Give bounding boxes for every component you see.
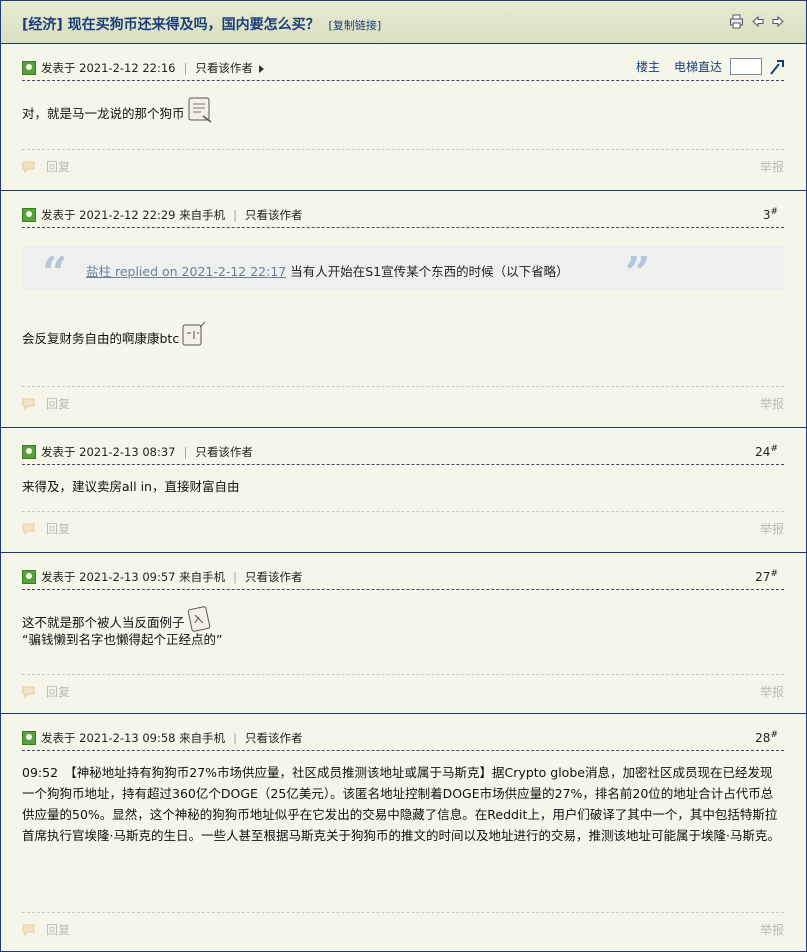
post-text: 09:52 【神秘地址持有狗狗币27%市场供应量，社区成员推测该地址或属于马斯克… xyxy=(22,765,780,843)
reply-button[interactable]: 回复 xyxy=(22,395,70,412)
post-footer: 回复 举报 xyxy=(22,674,784,700)
online-status-icon xyxy=(22,61,36,75)
only-author-link[interactable]: 只看该作者 xyxy=(245,208,303,222)
post: 发表于 2021-2-13 08:37 | 只看该作者 24# 来得及，建议卖房al… xyxy=(1,428,806,553)
quote-block: “ ” 盐柱 replied on 2021-2-12 22:17 当有人开始在… xyxy=(22,246,784,296)
reply-label: 回复 xyxy=(46,685,71,699)
reply-label: 回复 xyxy=(46,397,71,411)
post-footer: 回复 举报 xyxy=(22,386,784,412)
quote-author-link[interactable]: 盐柱 replied on 2021-2-12 22:17 xyxy=(86,264,286,279)
only-author-link[interactable]: 只看该作者 xyxy=(195,61,253,75)
go-arrow-icon[interactable] xyxy=(770,59,784,75)
floor-jump: 楼主 电梯直达 xyxy=(636,58,784,75)
louzhu-link[interactable]: 楼主 xyxy=(636,58,660,75)
reply-icon xyxy=(22,161,35,173)
post-footer: 回复 举报 xyxy=(22,511,784,537)
only-author-link[interactable]: 只看该作者 xyxy=(195,445,253,459)
post-meta: 发表于 2021-2-12 22:29 来自手机 | 只看该作者 xyxy=(41,208,303,222)
copy-link-button[interactable]: [复制链接] xyxy=(329,19,382,32)
post-text: 会反复财务自由的啊康康btc xyxy=(22,331,180,346)
print-icon[interactable] xyxy=(729,14,744,29)
post-time: 发表于 2021-2-12 22:29 来自手机 xyxy=(41,208,226,222)
report-button[interactable]: 举报 xyxy=(760,520,784,537)
reply-button[interactable]: 回复 xyxy=(22,683,70,700)
post-header: 发表于 2021-2-12 22:16 | 只看该作者 楼主 电梯直达 xyxy=(22,58,784,81)
post-meta: 发表于 2021-2-13 09:58 来自手机 | 只看该作者 xyxy=(41,731,303,745)
online-status-icon xyxy=(22,445,36,459)
triangle-right-icon[interactable] xyxy=(258,64,264,73)
reply-icon xyxy=(22,398,35,410)
post-text: 来得及，建议卖房all in，直接财富自由 xyxy=(22,479,240,494)
next-thread-icon[interactable] xyxy=(771,14,786,29)
post-footer: 回复 举报 xyxy=(22,912,784,938)
thread-tools xyxy=(729,14,786,29)
post-text: 对，就是马一龙说的那个狗币 xyxy=(22,106,185,121)
reply-button[interactable]: 回复 xyxy=(22,921,70,938)
post-content: 09:52 【神秘地址持有狗狗币27%市场供应量，社区成员推测该地址或属于马斯克… xyxy=(22,762,784,846)
online-status-icon xyxy=(22,208,36,222)
only-author-link[interactable]: 只看该作者 xyxy=(245,570,303,584)
reply-icon xyxy=(22,523,35,535)
post-meta: 发表于 2021-2-13 09:57 来自手机 | 只看该作者 xyxy=(41,570,303,584)
report-button[interactable]: 举报 xyxy=(760,158,784,175)
report-button[interactable]: 举报 xyxy=(760,921,784,938)
jump-floor-input[interactable] xyxy=(730,58,762,75)
reply-button[interactable]: 回复 xyxy=(22,520,70,537)
prev-thread-icon[interactable] xyxy=(750,14,765,29)
post-time: 发表于 2021-2-13 08:37 xyxy=(41,445,176,459)
reply-icon xyxy=(22,924,35,936)
post-time: 发表于 2021-2-13 09:57 来自手机 xyxy=(41,570,226,584)
post: 发表于 2021-2-13 09:58 来自手机 | 只看该作者 28# 09:52… xyxy=(1,714,806,951)
floor-number[interactable]: 27# xyxy=(755,569,778,584)
online-status-icon xyxy=(22,731,36,745)
online-status-icon xyxy=(22,570,36,584)
post-content: 对，就是马一龙说的那个狗币 xyxy=(22,96,213,124)
report-button[interactable]: 举报 xyxy=(760,395,784,412)
reply-label: 回复 xyxy=(46,522,71,536)
thread-title-text: 现在买狗币还来得及吗，国内要怎么买？ xyxy=(67,17,320,33)
reply-label: 回复 xyxy=(46,923,71,937)
reply-button[interactable]: 回复 xyxy=(22,158,70,175)
post-footer: 回复 举报 xyxy=(22,149,784,175)
post-time: 发表于 2021-2-12 22:16 xyxy=(41,61,176,75)
emoticon-icon xyxy=(182,321,206,346)
post-content: 这不就是那个被人当反面例子 “骗钱懒到名字也懒得起个正经点的” xyxy=(22,605,222,650)
reply-icon xyxy=(22,686,35,698)
floor-number[interactable]: 24# xyxy=(755,444,778,459)
post-header: 发表于 2021-2-12 22:29 来自手机 | 只看该作者 3# xyxy=(22,207,784,228)
thread-title-bar: [经济] 现在买狗币还来得及吗，国内要怎么买？ [复制链接] xyxy=(1,1,806,44)
post-time: 发表于 2021-2-13 09:58 来自手机 xyxy=(41,731,226,745)
quote-close-icon: ” xyxy=(625,248,651,299)
quote-open-icon: “ xyxy=(42,248,68,299)
reply-label: 回复 xyxy=(46,160,71,174)
only-author-link[interactable]: 只看该作者 xyxy=(245,731,303,745)
post-header: 发表于 2021-2-13 08:37 | 只看该作者 24# xyxy=(22,444,784,465)
floor-number[interactable]: 28# xyxy=(755,730,778,745)
quote-text: 盐柱 replied on 2021-2-12 22:17 当有人开始在S1宣传… xyxy=(86,261,569,280)
quote-content: 当有人开始在S1宣传某个东西的时候（以下省略） xyxy=(286,264,569,279)
post: 发表于 2021-2-12 22:16 | 只看该作者 楼主 电梯直达 对，就是马一… xyxy=(1,44,806,191)
post-meta: 发表于 2021-2-13 08:37 | 只看该作者 xyxy=(41,445,253,459)
thread-page: [经济] 现在买狗币还来得及吗，国内要怎么买？ [复制链接] 发表于 2021-… xyxy=(0,0,807,952)
jump-label: 电梯直达 xyxy=(673,60,722,74)
post-text: 这不就是那个被人当反面例子 xyxy=(22,615,185,630)
emoticon-icon xyxy=(188,97,211,123)
floor-number[interactable]: 3# xyxy=(763,207,778,222)
thread-title: [经济] 现在买狗币还来得及吗，国内要怎么买？ [复制链接] xyxy=(22,14,381,34)
post-content: 会反复财务自由的啊康康btc xyxy=(22,321,207,349)
post-header: 发表于 2021-2-13 09:58 来自手机 | 只看该作者 28# xyxy=(22,730,784,751)
post: 发表于 2021-2-13 09:57 来自手机 | 只看该作者 27# 这不就是那… xyxy=(1,553,806,714)
post-meta: 发表于 2021-2-12 22:16 | 只看该作者 xyxy=(41,60,264,76)
post-content: 来得及，建议卖房all in，直接财富自由 xyxy=(22,476,239,497)
report-button[interactable]: 举报 xyxy=(760,683,784,700)
post-header: 发表于 2021-2-13 09:57 来自手机 | 只看该作者 27# xyxy=(22,569,784,590)
thread-category[interactable]: [经济] xyxy=(22,17,63,33)
post-text-line2: “骗钱懒到名字也懒得起个正经点的” xyxy=(22,632,223,647)
